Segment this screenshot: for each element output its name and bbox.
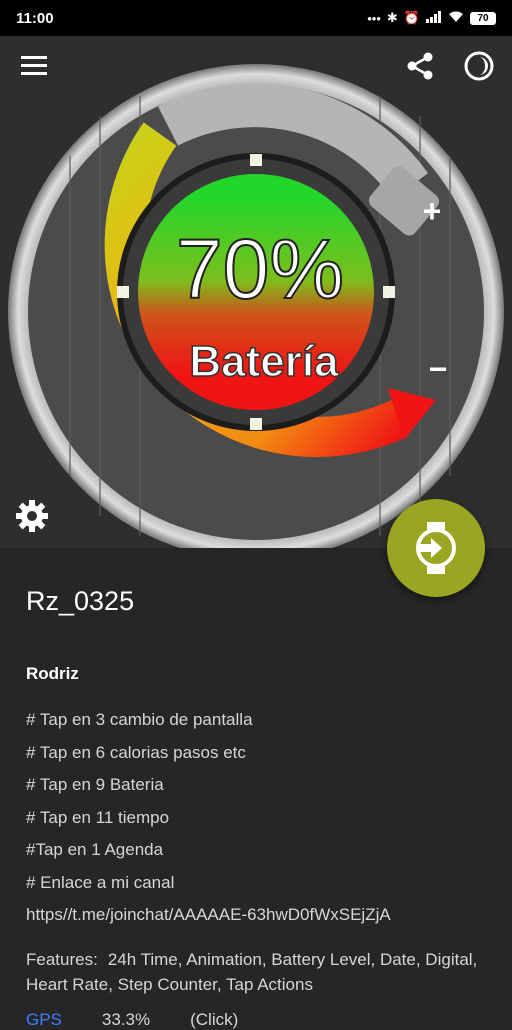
status-bar: 11:00 ••• ✱ ⏰ 70 (0, 0, 512, 36)
description-line: # Tap en 9 Bateria (26, 775, 164, 794)
features-list: Features: 24h Time, Animation, Battery Le… (26, 947, 486, 997)
description-line: # Tap en 3 cambio de pantalla (26, 710, 253, 729)
gear-icon (16, 500, 48, 532)
share-button[interactable] (404, 50, 436, 82)
battery-percent: 70% (176, 222, 344, 316)
plus-mark: + (423, 193, 442, 229)
more-dots-icon: ••• (367, 10, 381, 26)
battery-icon: 70 (470, 11, 496, 25)
theme-icon (464, 51, 494, 81)
gps-link[interactable]: GPS (26, 1010, 62, 1030)
watch-arrow-icon (416, 522, 456, 574)
share-icon (407, 52, 433, 80)
description-line: # Tap en 6 calorias pasos etc (26, 742, 246, 762)
bluetooth-icon: ✱ (386, 10, 398, 25)
watchface-graphic: 70% Batería + − (8, 64, 504, 548)
signal-icon (426, 10, 442, 26)
bottom-row: GPS 33.3% (Click) (26, 1010, 238, 1030)
watchface-preview: 70% Batería + − (0, 36, 512, 548)
features-label: Features: (26, 950, 98, 969)
status-icons: ••• ✱ ⏰ 70 (367, 10, 496, 26)
menu-button[interactable] (18, 50, 50, 82)
watchface-title: Rz_0325 (26, 586, 135, 616)
click-value[interactable]: (Click) (190, 1010, 238, 1030)
marker-6 (250, 418, 262, 430)
hamburger-icon (21, 56, 47, 75)
description-link[interactable]: https//t.me/joinchat/AAAAAE-63hwD0fWxSEj… (26, 902, 496, 935)
battery-label: Batería (189, 337, 339, 386)
settings-button[interactable] (14, 498, 50, 534)
status-time: 11:00 (16, 9, 54, 27)
alarm-icon: ⏰ (403, 10, 420, 25)
percent-value: 33.3% (101, 1010, 151, 1029)
marker-9 (117, 286, 129, 298)
install-watchface-button[interactable] (387, 499, 485, 597)
marker-12 (250, 154, 262, 166)
wifi-icon (448, 11, 464, 26)
author-name: Rodriz (26, 664, 79, 683)
description-line: # Enlace a mi canal (26, 872, 175, 892)
description-line: # Tap en 11 tiempo (26, 807, 170, 827)
description-line: #Tap en 1 Agenda (26, 840, 164, 859)
marker-3 (383, 286, 395, 298)
theme-toggle-button[interactable] (463, 50, 495, 82)
description: # Tap en 3 cambio de pantalla # Tap en 6… (26, 707, 496, 935)
minus-mark: − (429, 351, 448, 387)
